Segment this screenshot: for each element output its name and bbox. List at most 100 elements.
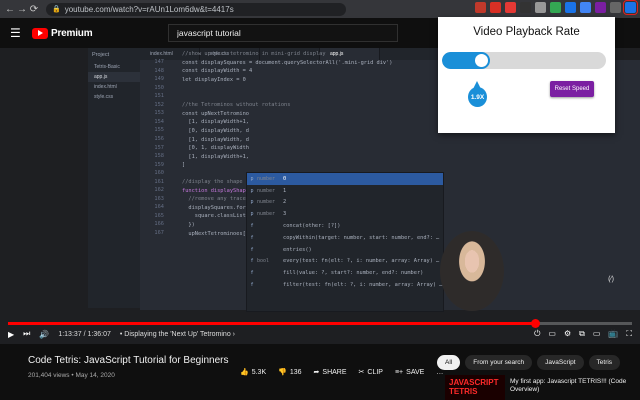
code-line: ]	[182, 162, 186, 169]
settings-icon[interactable]: ⚙	[564, 329, 571, 339]
autocomplete-item[interactable]: f bool every(test: fn(elt: ?, i: number, a…	[247, 256, 443, 268]
autocomplete-text: entries()	[283, 246, 312, 253]
pen-icon[interactable]	[535, 2, 546, 13]
share-button[interactable]: ➦ SHARE	[314, 368, 347, 376]
line-number: 166	[154, 221, 164, 228]
player-controls: ▶ ⏭ 🔊 1:13:37 / 1:36:07 • Displaying the…	[0, 326, 640, 342]
autocomplete-item[interactable]: p number 3	[247, 208, 443, 220]
line-number: 154	[154, 118, 164, 125]
hamburger-menu-icon[interactable]: ☰	[10, 26, 26, 40]
autocomplete-item[interactable]: p number 1	[247, 185, 443, 197]
autocomplete-kind-icon: p	[250, 211, 254, 218]
dark-reader-icon[interactable]	[520, 2, 531, 13]
a-icon[interactable]	[490, 2, 501, 13]
miniplayer-icon[interactable]: ⧉	[579, 329, 585, 339]
thumbs-down-icon: 👎	[278, 369, 287, 376]
fullscreen-icon[interactable]: ⛶	[626, 329, 632, 339]
autocomplete-type: number	[257, 187, 276, 194]
autocomplete-kind-icon: p	[250, 187, 254, 194]
progress-fill	[8, 322, 536, 325]
autocomplete-kind-icon: f	[250, 282, 254, 289]
line-number: 159	[154, 161, 164, 168]
filter-chip[interactable]: JavaScript	[537, 355, 584, 370]
line-number: 158	[154, 153, 164, 160]
clip-label: CLIP	[367, 369, 383, 376]
filter-chip[interactable]: Tetris	[588, 355, 621, 370]
code-line: const displayWidth = 4	[182, 68, 253, 75]
volume-icon[interactable]: 🔊	[39, 330, 49, 339]
autocomplete-item[interactable]: p number 0	[247, 173, 443, 185]
clip-button[interactable]: ✂ CLIP	[359, 368, 383, 376]
bookmark-icon[interactable]	[580, 2, 591, 13]
code-line: [1, displayWidth, d	[182, 136, 249, 143]
autocomplete-list: p number 0 p number 1 p number 2 p number 3 f concat(…	[246, 172, 444, 312]
line-number: 165	[154, 212, 164, 219]
code-line: function displayShape	[182, 187, 249, 194]
like-count: 5.3K	[251, 369, 267, 376]
autocomplete-type: number	[257, 211, 276, 218]
playback-rate-popup: Video Playback Rate 1.9X Reset Speed	[438, 17, 615, 133]
like-button[interactable]: 👍 5.3K	[240, 368, 266, 376]
autocomplete-item[interactable]: p number 2	[247, 197, 443, 209]
subtitles-icon[interactable]: ▭	[548, 329, 556, 339]
ide-file-folder: Tetris-Basic	[94, 64, 120, 70]
autocomplete-item[interactable]: f entries()	[247, 244, 443, 256]
extension-bar	[475, 0, 638, 15]
save-playlist-icon: ≡+	[394, 368, 404, 376]
save-button[interactable]: ≡+ SAVE	[395, 369, 424, 376]
shield-icon[interactable]	[475, 2, 486, 13]
filter-chip[interactable]: All	[437, 355, 461, 370]
puzzle-icon[interactable]	[550, 2, 561, 13]
forward-icon[interactable]: →	[16, 4, 28, 15]
speed-slider-track[interactable]	[442, 52, 606, 69]
dislike-button[interactable]: 👎 136	[278, 368, 301, 376]
dislike-count: 136	[289, 369, 302, 376]
browser-toolbar: ← → ⟳ 🔒 youtube.com/watch?v=rAUn1Lom6dw&…	[0, 0, 640, 18]
code-line: //show up-next tetromino in mini-grid di…	[182, 51, 326, 57]
youtube-logo[interactable]: Premium	[32, 27, 93, 39]
share-icon: ➦	[313, 369, 320, 376]
line-number: 152	[154, 101, 164, 108]
autocomplete-kind-icon: f	[250, 246, 254, 253]
line-number: 164	[154, 204, 164, 211]
search-input[interactable]	[168, 24, 398, 42]
next-icon[interactable]: ⏭	[23, 329, 30, 339]
line-number: 163	[154, 195, 164, 202]
chapter-title[interactable]: • Displaying the 'Next Up' Tetromino ›	[120, 331, 235, 338]
line-number: 156	[154, 135, 164, 142]
grid-icon[interactable]	[565, 2, 576, 13]
theater-icon[interactable]: ▭	[593, 329, 601, 339]
autocomplete-text: 0	[283, 175, 287, 182]
video-title: Code Tetris: JavaScript Tutorial for Beg…	[28, 355, 229, 366]
autoplay-toggle-icon[interactable]: ⏻	[534, 329, 540, 339]
recommended-title[interactable]: My first app: Javascript TETRIS!!! (Code…	[510, 378, 630, 394]
autocomplete-item[interactable]: f copyWithin(target: number, start: numbe…	[247, 232, 443, 244]
address-bar[interactable]: 🔒 youtube.com/watch?v=rAUn1Lom6dw&t=4417…	[46, 2, 346, 16]
autocomplete-item[interactable]: f filter(test: fn(elt: ?, i: number, arra…	[247, 279, 443, 291]
channel-watermark-icon: (⁄)	[608, 276, 614, 283]
code-line: [0, displayWidth, d	[182, 127, 249, 134]
code-line: //remove any trace	[182, 196, 246, 203]
ide-file-app-js: app.js	[88, 72, 140, 82]
dots-icon[interactable]	[610, 2, 621, 13]
back-icon[interactable]: ←	[4, 4, 16, 15]
autocomplete-text: copyWithin(target: number, start: number…	[283, 234, 440, 241]
reset-speed-button[interactable]: Reset Speed	[550, 81, 594, 97]
triangle-icon[interactable]	[505, 2, 516, 13]
autocomplete-kind-icon: p	[250, 199, 254, 206]
ide-file-style-css: style.css	[94, 94, 114, 100]
tab-icon[interactable]	[595, 2, 606, 13]
line-number: 150	[154, 84, 164, 91]
recommended-thumbnail[interactable]: JAVASCRIPT TETRIS	[445, 375, 505, 400]
cast-icon[interactable]: 📺	[608, 329, 618, 339]
autocomplete-item[interactable]: f concat(other: [?])	[247, 220, 443, 232]
reload-icon[interactable]: ⟳	[28, 4, 40, 15]
line-number: 157	[154, 144, 164, 151]
play-icon[interactable]: ▶	[8, 330, 14, 339]
progress-bar[interactable]	[8, 319, 632, 328]
playback-rate-icon[interactable]	[623, 0, 638, 15]
autocomplete-item[interactable]: f fill(value: ?, start?: number, end?: nu…	[247, 267, 443, 279]
filter-chip[interactable]: From your search	[465, 355, 533, 370]
url-text: youtube.com/watch?v=rAUn1Lom6dw&t=4417s	[64, 4, 234, 14]
autocomplete-type: number	[257, 199, 276, 206]
